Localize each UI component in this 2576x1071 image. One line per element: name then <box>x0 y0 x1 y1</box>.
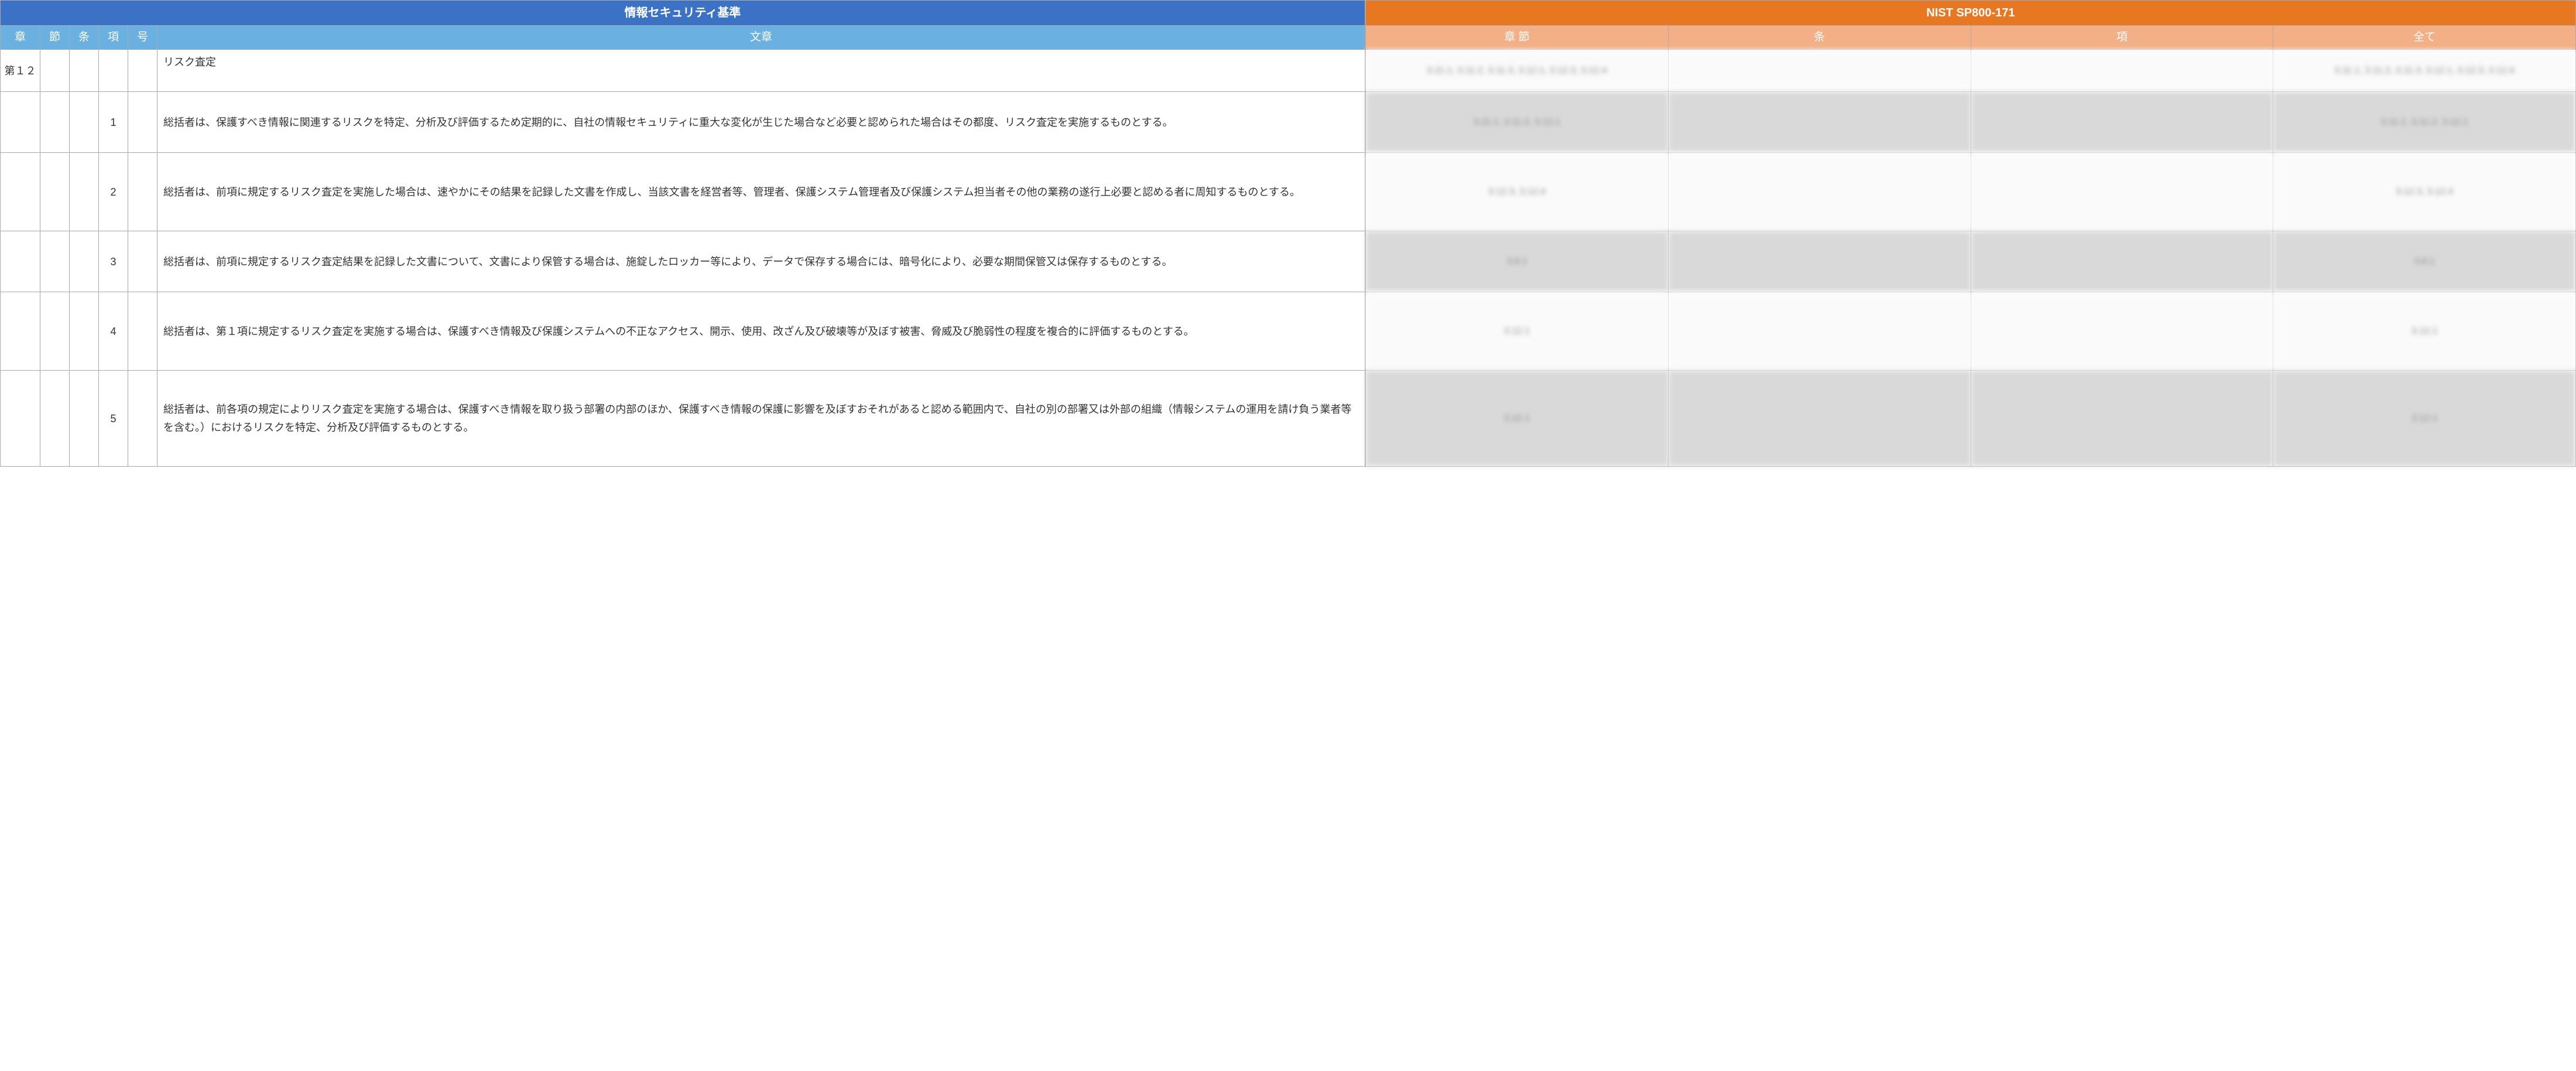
table-row: 3 総括者は、前項に規定するリスク査定結果を記録した文書について、文書により保管… <box>1 231 1365 292</box>
cell-article-r <box>1668 92 1971 153</box>
cell-item: 4 <box>99 292 128 371</box>
hdr-article: 条 <box>70 26 99 50</box>
hdr-all: 全て <box>2273 26 2576 50</box>
cell-item: 3 <box>99 231 128 292</box>
cell-section <box>40 292 70 371</box>
cell-number <box>128 292 157 371</box>
cell-all: 3.12.1 <box>2273 292 2576 371</box>
cell-article <box>70 92 99 153</box>
table-row: 3.8.1 3.8.1 <box>1366 231 2576 292</box>
cell-text: リスク査定 <box>157 50 1365 92</box>
cell-item-r <box>1971 50 2273 92</box>
cell-number <box>128 92 157 153</box>
cell-chapter <box>1 371 40 467</box>
cell-all: 3.11.1, 3.11.2, 3.11.3, 3.12.1, 3.12.3, … <box>2273 50 2576 92</box>
table-row: 第１２ リスク査定 <box>1 50 1365 92</box>
cell-chap-sec: 3.12.1 <box>1366 371 1669 467</box>
cell-number <box>128 231 157 292</box>
cell-item-r <box>1971 292 2273 371</box>
hdr-chap-sec: 章 節 <box>1366 26 1669 50</box>
table-row: 4 総括者は、第１項に規定するリスク査定を実施する場合は、保護すべき情報及び保護… <box>1 292 1365 371</box>
cell-chap-sec: 3.12.3, 3.12.4 <box>1366 153 1669 231</box>
hdr-chapter: 章 <box>1 26 40 50</box>
cell-article <box>70 153 99 231</box>
cell-all: 3.12.3, 3.12.4 <box>2273 153 2576 231</box>
cell-item: 2 <box>99 153 128 231</box>
cell-text: 総括者は、前各項の規定によりリスク査定を実施する場合は、保護すべき情報を取り扱う… <box>157 371 1365 467</box>
cell-number <box>128 50 157 92</box>
cell-chapter <box>1 231 40 292</box>
cell-item-r <box>1971 231 2273 292</box>
cell-item-r <box>1971 371 2273 467</box>
hdr-item: 項 <box>99 26 128 50</box>
table-row: 3.12.3, 3.12.4 3.12.3, 3.12.4 <box>1366 153 2576 231</box>
right-body: 3.11.1, 3.11.2, 3.11.3, 3.12.1, 3.12.3, … <box>1366 50 2576 467</box>
cell-chapter <box>1 153 40 231</box>
cell-chap-sec: 3.11.1, 3.11.2, 3.12.1 <box>1366 92 1669 153</box>
cell-article-r <box>1668 153 1971 231</box>
right-table: NIST SP800-171 章 節 条 項 全て 3.11.1, 3.11.2… <box>1365 0 2576 467</box>
cell-article <box>70 371 99 467</box>
cell-article <box>70 292 99 371</box>
table-row: 2 総括者は、前項に規定するリスク査定を実施した場合は、速やかにその結果を記録し… <box>1 153 1365 231</box>
table-row: 3.11.1, 3.11.2, 3.12.1 3.11.1, 3.11.2, 3… <box>1366 92 2576 153</box>
right-panel: NIST SP800-171 章 節 条 項 全て 3.11.1, 3.11.2… <box>1365 0 2576 467</box>
left-body: 第１２ リスク査定 1 総括者は、保護すべき情報に関連するリスクを特定、分析及び… <box>1 50 1365 467</box>
hdr-item-r: 項 <box>1971 26 2273 50</box>
cell-number <box>128 153 157 231</box>
cell-all: 3.11.1, 3.11.2, 3.12.1 <box>2273 92 2576 153</box>
hdr-number: 号 <box>128 26 157 50</box>
cell-text: 総括者は、第１項に規定するリスク査定を実施する場合は、保護すべき情報及び保護シス… <box>157 292 1365 371</box>
cell-chap-sec: 3.8.1 <box>1366 231 1669 292</box>
table-row: 3.12.1 3.12.1 <box>1366 292 2576 371</box>
cell-chap-sec: 3.11.1, 3.11.2, 3.11.3, 3.12.1, 3.12.3, … <box>1366 50 1669 92</box>
cell-item <box>99 50 128 92</box>
comparison-table: 情報セキュリティ基準 章 節 条 項 号 文章 第１２ <box>0 0 2576 467</box>
cell-all: 3.8.1 <box>2273 231 2576 292</box>
table-row: 3.11.1, 3.11.2, 3.11.3, 3.12.1, 3.12.3, … <box>1366 50 2576 92</box>
cell-article-r <box>1668 371 1971 467</box>
hdr-text: 文章 <box>157 26 1365 50</box>
table-row: 5 総括者は、前各項の規定によりリスク査定を実施する場合は、保護すべき情報を取り… <box>1 371 1365 467</box>
cell-chapter: 第１２ <box>1 50 40 92</box>
cell-section <box>40 92 70 153</box>
cell-section <box>40 50 70 92</box>
cell-text: 総括者は、保護すべき情報に関連するリスクを特定、分析及び評価するため定期的に、自… <box>157 92 1365 153</box>
cell-chap-sec: 3.12.1 <box>1366 292 1669 371</box>
cell-article-r <box>1668 50 1971 92</box>
left-panel: 情報セキュリティ基準 章 節 条 項 号 文章 第１２ <box>0 0 1365 467</box>
left-table: 情報セキュリティ基準 章 節 条 項 号 文章 第１２ <box>0 0 1365 467</box>
cell-section <box>40 371 70 467</box>
cell-item-r <box>1971 153 2273 231</box>
cell-section <box>40 231 70 292</box>
cell-article-r <box>1668 292 1971 371</box>
cell-all: 3.12.1 <box>2273 371 2576 467</box>
hdr-article-r: 条 <box>1668 26 1971 50</box>
hdr-section: 節 <box>40 26 70 50</box>
cell-item: 5 <box>99 371 128 467</box>
cell-article-r <box>1668 231 1971 292</box>
cell-text: 総括者は、前項に規定するリスク査定結果を記録した文書について、文書により保管する… <box>157 231 1365 292</box>
cell-item-r <box>1971 92 2273 153</box>
cell-article <box>70 50 99 92</box>
cell-section <box>40 153 70 231</box>
cell-number <box>128 371 157 467</box>
right-title: NIST SP800-171 <box>1366 1 2576 26</box>
cell-item: 1 <box>99 92 128 153</box>
table-row: 1 総括者は、保護すべき情報に関連するリスクを特定、分析及び評価するため定期的に… <box>1 92 1365 153</box>
cell-chapter <box>1 92 40 153</box>
table-row: 3.12.1 3.12.1 <box>1366 371 2576 467</box>
cell-text: 総括者は、前項に規定するリスク査定を実施した場合は、速やかにその結果を記録した文… <box>157 153 1365 231</box>
cell-chapter <box>1 292 40 371</box>
left-title: 情報セキュリティ基準 <box>1 1 1365 26</box>
cell-article <box>70 231 99 292</box>
